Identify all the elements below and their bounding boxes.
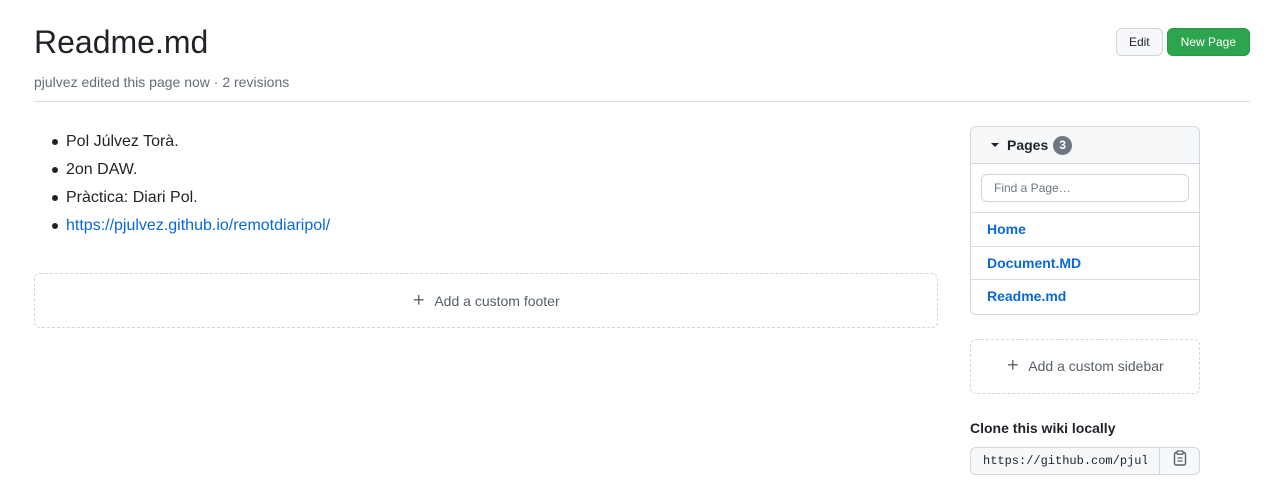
pages-toggle[interactable]: Pages 3 [971, 127, 1199, 164]
revision-meta: pjulvez edited this page now · 2 revisio… [34, 74, 290, 90]
clone-url-input[interactable] [970, 446, 1159, 475]
list-item: Pràctica: Diari Pol. [34, 184, 938, 212]
list-item: Pol Júlvez Torà. [34, 128, 938, 156]
header-divider [34, 101, 1250, 102]
find-page-wrapper [971, 164, 1199, 213]
clone-title: Clone this wiki locally [970, 419, 1116, 436]
list-item-link: https://pjulvez.github.io/remotdiaripol/ [34, 212, 938, 240]
copy-clone-url-button[interactable] [1159, 446, 1200, 475]
pages-panel: Pages 3 Home Document.MD Readme.md [970, 126, 1200, 315]
wiki-content: Pol Júlvez Torà. 2on DAW. Pràctica: Diar… [34, 126, 938, 328]
new-page-button[interactable]: New Page [1166, 28, 1250, 56]
page-actions: Edit New Page [1115, 28, 1250, 56]
page-header: Readme.md pjulvez edited this page now ·… [34, 24, 1250, 91]
add-custom-sidebar-button[interactable]: Add a custom sidebar [970, 338, 1200, 394]
list-item: 2on DAW. [34, 156, 938, 184]
add-custom-footer-label: Add a custom footer [434, 292, 560, 309]
clone-url-group [970, 446, 1200, 475]
add-custom-sidebar-label: Add a custom sidebar [1028, 358, 1164, 374]
page-link-home[interactable]: Home [971, 213, 1199, 247]
find-page-input[interactable] [981, 174, 1189, 202]
plus-icon [1006, 356, 1020, 376]
page-link-document-md[interactable]: Document.MD [971, 247, 1199, 280]
pages-label: Pages [1007, 137, 1049, 153]
page-title: Readme.md [34, 24, 209, 60]
triangle-down-icon [991, 143, 999, 147]
edit-button[interactable]: Edit [1115, 28, 1163, 56]
add-custom-footer-button[interactable]: Add a custom footer [34, 273, 938, 328]
pages-count-badge: 3 [1053, 135, 1073, 155]
plus-icon [412, 291, 426, 311]
content-list: Pol Júlvez Torà. 2on DAW. Pràctica: Diar… [34, 128, 938, 240]
clipboard-icon [1173, 450, 1187, 471]
wiki-sidebar: Pages 3 Home Document.MD Readme.md Add a… [970, 126, 1200, 475]
page-link-readme-md[interactable]: Readme.md [971, 280, 1199, 314]
external-link[interactable]: https://pjulvez.github.io/remotdiaripol/ [66, 217, 330, 234]
